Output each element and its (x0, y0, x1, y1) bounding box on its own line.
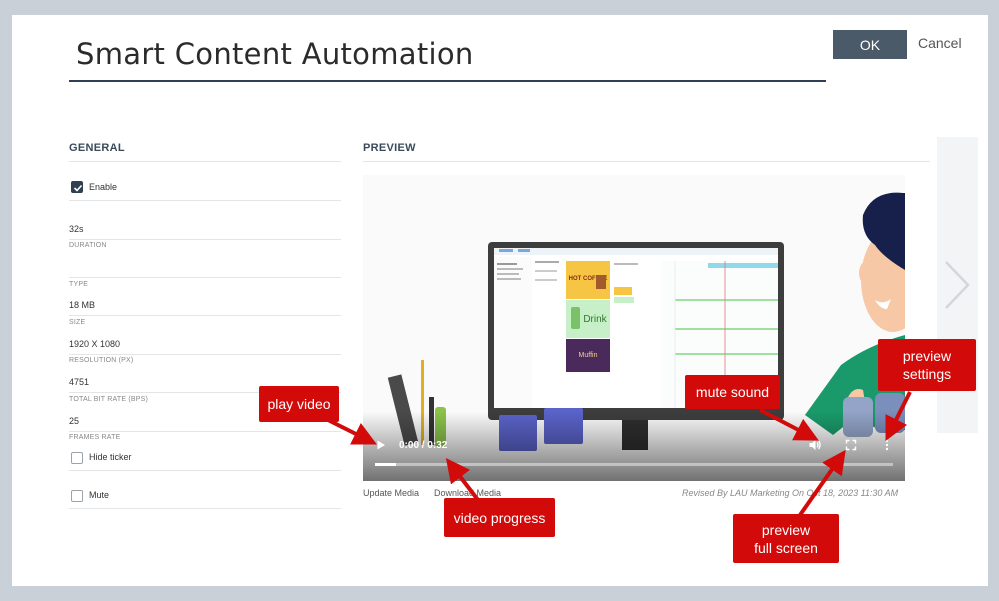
callout-preview-settings-line2: settings (902, 366, 952, 382)
callout-video-progress: video progress (444, 498, 555, 537)
callout-preview-full-screen-line2: full screen (754, 539, 818, 556)
callout-preview-settings-line1: preview (902, 348, 952, 364)
callout-play-video: play video (259, 386, 339, 422)
callout-preview-full-screen: preview full screen (733, 514, 839, 563)
callout-preview-settings: preview settings (878, 339, 976, 391)
callout-preview-full-screen-line1: preview (761, 521, 811, 538)
callout-mute-sound: mute sound (685, 375, 780, 409)
